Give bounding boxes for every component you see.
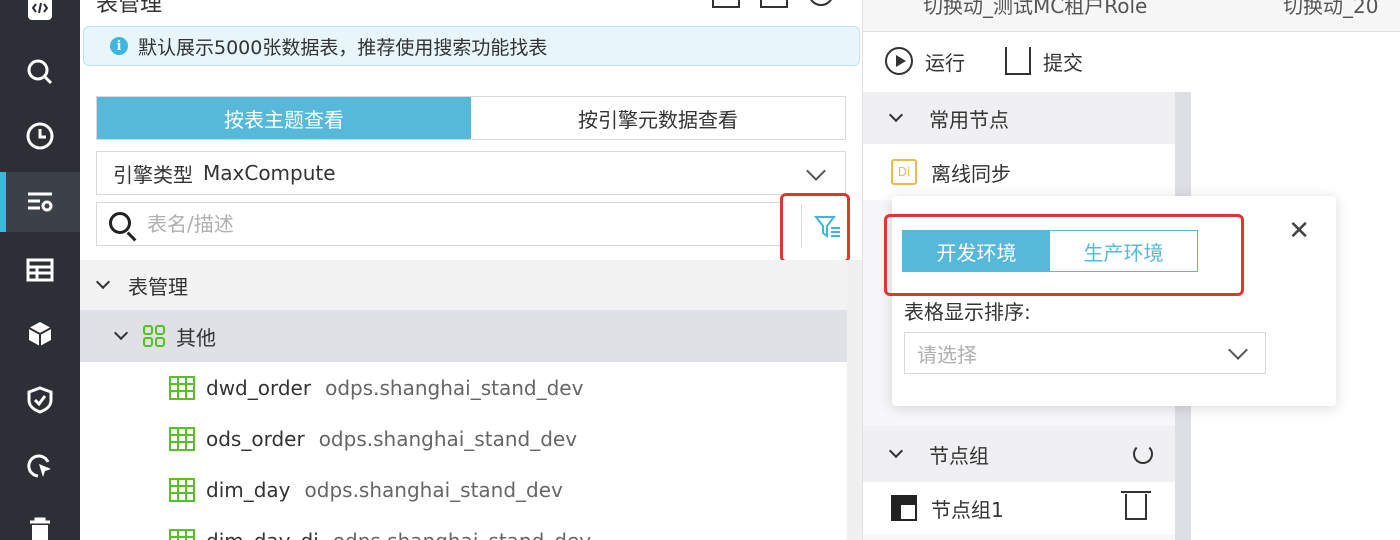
engine-type-value: MaxCompute — [203, 161, 336, 185]
chevron-down-icon — [1228, 340, 1248, 360]
table-db: odps.shanghai_stand_dev — [318, 426, 578, 451]
node-group-header[interactable]: 节点组 — [863, 426, 1175, 482]
upload-icon — [1005, 47, 1031, 75]
table-search-box — [96, 202, 782, 246]
editor-toolbar: 运行 提交 — [863, 38, 1083, 84]
icon-sidebar — [0, 0, 80, 540]
cube-icon[interactable] — [0, 304, 80, 364]
table-icon — [169, 477, 195, 502]
table-name: dim_day_di — [206, 529, 319, 540]
tree-group-label: 其他 — [176, 325, 216, 350]
close-icon[interactable]: ✕ — [1288, 216, 1310, 246]
tab-by-engine-metadata[interactable]: 按引擎元数据查看 — [471, 97, 845, 139]
node-offline-sync[interactable]: Di 离线同步 — [863, 144, 1175, 200]
trash-icon[interactable] — [0, 500, 80, 540]
editor-tab[interactable]: 切换动_20 — [1283, 0, 1378, 19]
info-icon: i — [110, 37, 128, 55]
node-group-name: 节点组1 — [931, 497, 1004, 522]
notice-text: 默认展示5000张数据表，推荐使用搜索功能找表 — [138, 36, 548, 59]
submit-label: 提交 — [1043, 50, 1083, 75]
tree-root-label: 表管理 — [128, 274, 188, 299]
add-icon[interactable] — [760, 0, 788, 8]
sort-select[interactable]: 请选择 — [904, 332, 1266, 374]
node-label: 离线同步 — [931, 161, 1011, 186]
sort-label: 表格显示排序: — [904, 300, 1031, 324]
editor-tab[interactable]: 切换动_测试MC租户Role — [923, 0, 1147, 19]
chevron-down-icon — [113, 325, 129, 341]
tree-group-other[interactable]: 其他 — [80, 310, 847, 362]
filter-icon[interactable] — [813, 212, 843, 242]
table-db: odps.shanghai_stand_dev — [325, 375, 584, 400]
chevron-down-icon — [888, 443, 904, 459]
table-name: dim_day — [206, 477, 291, 502]
clock-icon[interactable] — [0, 106, 80, 166]
run-label: 运行 — [925, 50, 965, 75]
submit-button[interactable]: 提交 — [1005, 47, 1083, 76]
view-mode-switch: 按表主题查看 按引擎元数据查看 — [96, 96, 846, 140]
filter-highlight — [780, 193, 850, 263]
table-manage-icon[interactable] — [0, 172, 80, 232]
filter-popover: 开发环境 生产环境 ✕ 表格显示排序: 请选择 — [884, 196, 1336, 406]
shield-icon[interactable] — [0, 370, 80, 430]
info-notice: i 默认展示5000张数据表，推荐使用搜索功能找表 — [83, 26, 860, 66]
engine-type-label: 引擎类型 — [113, 162, 193, 187]
refresh-icon[interactable] — [808, 0, 834, 6]
engine-type-select[interactable]: 引擎类型 MaxCompute — [96, 151, 846, 195]
scrollbar[interactable] — [847, 260, 862, 540]
chevron-down-icon — [95, 274, 111, 290]
search-input[interactable] — [147, 212, 667, 236]
panel-toolbar — [712, 0, 834, 8]
tree-root[interactable]: 表管理 — [80, 260, 847, 310]
search-icon — [109, 212, 131, 234]
cursor-icon[interactable] — [0, 436, 80, 496]
table-db: odps.shanghai_stand_dev — [304, 477, 563, 502]
table-row[interactable]: dim_day_di odps.shanghai_stand_dev — [80, 515, 847, 540]
di-badge-icon: Di — [891, 159, 917, 185]
common-nodes-header[interactable]: 常用节点 — [863, 92, 1175, 144]
search-icon[interactable] — [0, 42, 80, 102]
editor-tabs: 切换动_测试MC租户Role 切换动_20 — [863, 0, 1400, 32]
table-row[interactable]: dim_day odps.shanghai_stand_dev — [80, 464, 847, 515]
node-group-label: 节点组 — [929, 443, 989, 468]
table-row[interactable]: ods_order odps.shanghai_stand_dev — [80, 413, 847, 464]
trash-icon[interactable] — [1121, 491, 1151, 520]
node-group-item[interactable]: 节点组1 — [863, 482, 1175, 534]
play-icon — [885, 47, 913, 75]
chevron-down-icon — [888, 107, 904, 123]
table-db: odps.shanghai_stand_dev — [333, 529, 591, 540]
table-row[interactable]: dwd_order odps.shanghai_stand_dev — [80, 362, 847, 413]
environment-switch: 开发环境 生产环境 — [902, 230, 1198, 272]
run-button[interactable]: 运行 — [885, 47, 965, 76]
node-group-icon — [891, 495, 917, 521]
table-icon[interactable] — [0, 240, 80, 300]
table-name: ods_order — [206, 426, 305, 451]
table-tree: 表管理 其他 dwd_order odps.shanghai_stand_dev… — [80, 260, 847, 540]
sort-placeholder: 请选择 — [917, 342, 977, 367]
code-icon[interactable] — [0, 0, 80, 38]
table-name: dwd_order — [206, 375, 312, 400]
table-icon — [169, 375, 195, 400]
chevron-down-icon — [806, 161, 826, 181]
import-icon[interactable] — [712, 0, 740, 8]
table-icon — [169, 528, 195, 540]
tab-dev-env[interactable]: 开发环境 — [903, 231, 1050, 271]
panel-title: 表管理 — [96, 0, 163, 17]
group-grid-icon — [143, 325, 165, 347]
refresh-icon[interactable] — [1133, 444, 1153, 464]
divider — [801, 204, 802, 248]
common-nodes-label: 常用节点 — [929, 107, 1009, 132]
table-management-panel: 表管理 i 默认展示5000张数据表，推荐使用搜索功能找表 按表主题查看 按引擎… — [80, 0, 862, 540]
table-icon — [169, 426, 195, 451]
tab-by-topic[interactable]: 按表主题查看 — [97, 97, 471, 139]
tab-prod-env[interactable]: 生产环境 — [1050, 231, 1197, 271]
